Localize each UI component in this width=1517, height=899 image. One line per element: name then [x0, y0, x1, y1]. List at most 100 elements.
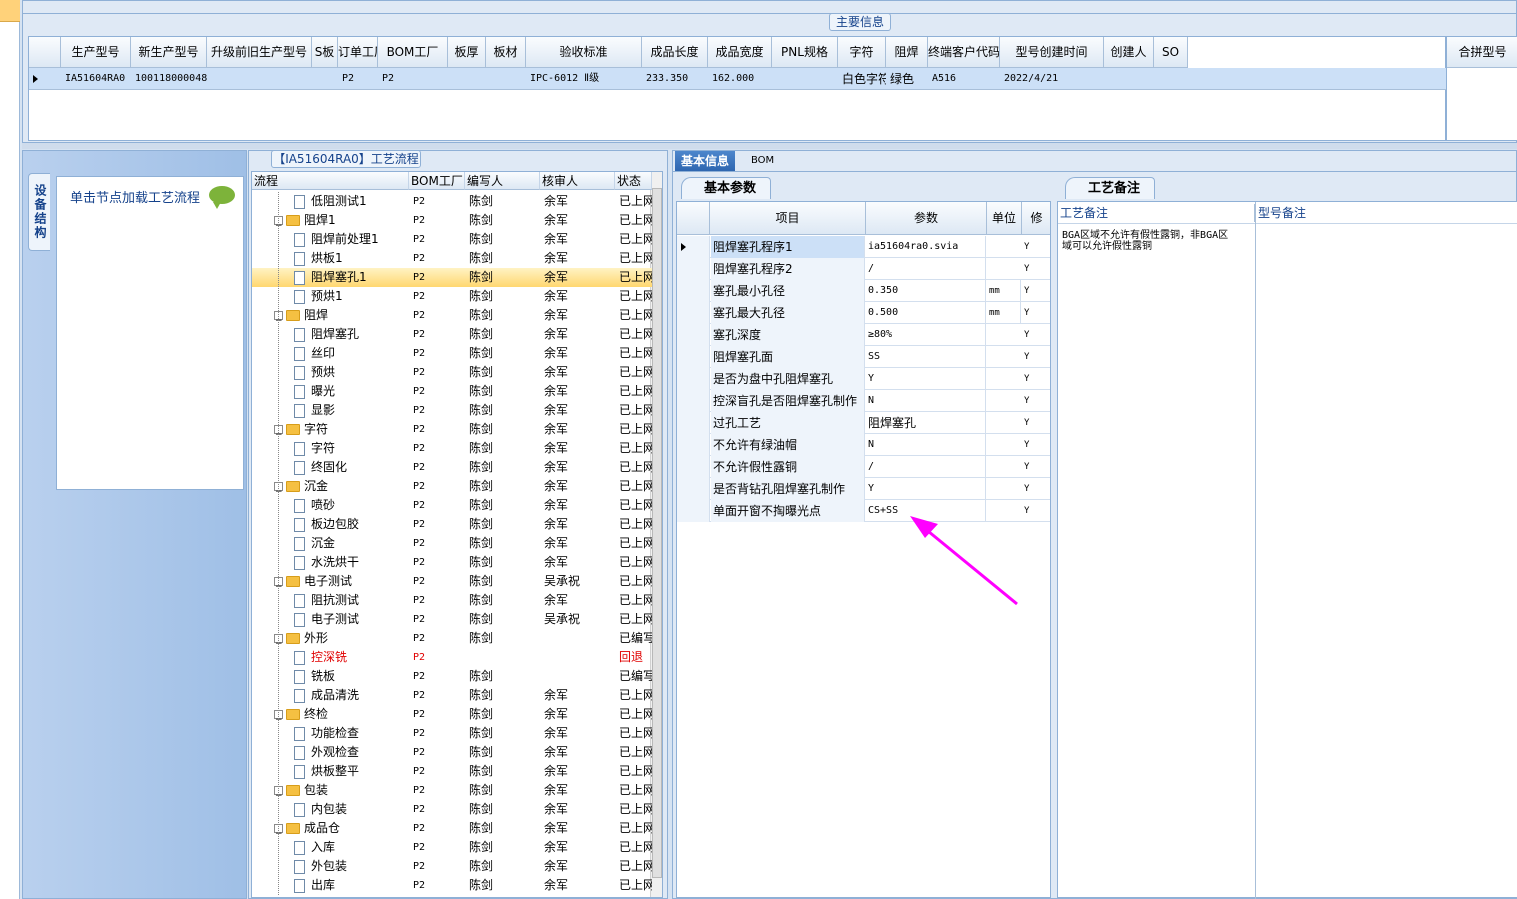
tree-row[interactable]: 曝光 P2 陈剑 余军 已上网	[252, 382, 652, 401]
tree-row[interactable]: 阻抗测试 P2 陈剑 余军 已上网	[252, 591, 652, 610]
process-notes-text[interactable]: BGA区域不允许有假性露铜，非BGA区域可以允许假性露铜	[1062, 230, 1238, 252]
horizontal-splitter[interactable]	[22, 143, 1517, 149]
tree-row[interactable]: 内包装 P2 陈剑 余军 已上网	[252, 800, 652, 819]
tree-node-label[interactable]: 阻焊塞孔	[294, 325, 359, 344]
table-cell[interactable]: 2022/4/21	[1000, 68, 1104, 90]
tree-node-label[interactable]: − 沉金	[274, 477, 328, 497]
param-modified[interactable]: Y	[1022, 478, 1050, 500]
param-value[interactable]: Y	[866, 478, 986, 500]
tree-node-label[interactable]: 入库	[294, 838, 335, 857]
tree-col-header-4[interactable]: 状态	[615, 172, 652, 190]
col-header-3[interactable]: S板	[312, 37, 338, 68]
tree-node-label[interactable]: 阻焊塞孔1	[294, 268, 367, 287]
param-value[interactable]: 0.350	[866, 280, 986, 302]
param-modified[interactable]: Y	[1022, 236, 1050, 258]
tree-col-header-1[interactable]: BOM工厂	[409, 172, 465, 190]
col-header-5[interactable]: BOM工厂	[378, 37, 448, 68]
tree-row[interactable]: 控深铣 P2 回退	[252, 648, 652, 667]
param-row[interactable]: 不允许有绿油帽 N Y	[677, 434, 1050, 456]
col-header-14[interactable]: 终端客户代码	[928, 37, 1000, 68]
param-row[interactable]: 塞孔最小孔径 0.350 mm Y	[677, 280, 1050, 302]
tree-node-label[interactable]: − 字符	[274, 420, 328, 440]
tree-col-header-0[interactable]: 流程	[252, 172, 409, 190]
tree-row[interactable]: 烘板整平 P2 陈剑 余军 已上网	[252, 762, 652, 781]
param-row[interactable]: 阻焊塞孔程序2/ Y	[677, 258, 1050, 280]
param-modified[interactable]: Y	[1022, 302, 1050, 324]
tree-row[interactable]: 沉金 P2 陈剑 余军 已上网	[252, 534, 652, 553]
param-value[interactable]: N	[866, 434, 986, 456]
tree-row[interactable]: 喷砂 P2 陈剑 余军 已上网	[252, 496, 652, 515]
col-header-1[interactable]: 新生产型号	[131, 37, 207, 68]
col-header-17[interactable]: SO	[1154, 37, 1188, 68]
tab-basic-params[interactable]: 基本参数	[681, 177, 772, 199]
tree-node-label[interactable]: 板边包胶	[294, 515, 359, 534]
tree-node-label[interactable]: 预烘	[294, 363, 335, 382]
tree-row[interactable]: − 电子测试 P2 陈剑 吴承祝 已上网	[252, 572, 652, 592]
col-header-16[interactable]: 创建人	[1104, 37, 1154, 68]
table-cell[interactable]	[1104, 68, 1154, 90]
tree-row[interactable]: 预烘 P2 陈剑 余军 已上网	[252, 363, 652, 382]
device-tree[interactable]: 单击节点加载工艺流程	[56, 176, 244, 490]
param-row[interactable]: 是否背钻孔阻焊塞孔制作 Y Y	[677, 478, 1050, 500]
tree-node-label[interactable]: 控深铣	[294, 648, 347, 667]
param-modified[interactable]: Y	[1022, 346, 1050, 368]
tree-node-label[interactable]: − 阻焊	[274, 306, 328, 326]
col-header-13[interactable]: 阻焊	[886, 37, 928, 68]
params-grid[interactable]: 项目 参数 单位修阻焊塞孔程序1 ia51604ra0.svia Y 阻焊塞孔程序2/Y 塞…	[676, 201, 1051, 898]
param-value[interactable]: 0.500	[866, 302, 986, 324]
param-value[interactable]: /	[866, 456, 986, 478]
param-modified[interactable]: Y	[1022, 456, 1050, 478]
tree-row[interactable]: 铣板 P2 陈剑 已编写	[252, 667, 652, 686]
tree-row[interactable]: 板边包胶 P2 陈剑 余军 已上网	[252, 515, 652, 534]
param-col-header-1[interactable]: 参数	[866, 202, 987, 235]
col-header-11[interactable]: PNL规格	[772, 37, 838, 68]
tree-node-label[interactable]: 铣板	[294, 667, 335, 686]
tree-node-label[interactable]: 烘板整平	[294, 762, 359, 781]
tree-row[interactable]: − 外形 P2 陈剑 已编写	[252, 629, 652, 649]
tree-node-label[interactable]: 沉金	[294, 534, 335, 553]
tree-node-label[interactable]: 外观检查	[294, 743, 359, 762]
tree-scroll-thumb[interactable]	[652, 188, 662, 878]
param-modified[interactable]: Y	[1022, 500, 1050, 522]
param-row[interactable]: 塞孔深度 ≥80% Y	[677, 324, 1050, 346]
table-cell[interactable]: 绿色	[886, 68, 928, 90]
tree-row[interactable]: 外观检查 P2 陈剑 余军 已上网	[252, 743, 652, 762]
tree-col-header-3[interactable]: 核审人	[540, 172, 615, 190]
tree-row[interactable]: 终固化 P2 陈剑 余军 已上网	[252, 458, 652, 477]
param-row[interactable]: 阻焊塞孔程序1 ia51604ra0.svia Y	[677, 236, 1050, 258]
tree-node-label[interactable]: 曝光	[294, 382, 335, 401]
param-row[interactable]: 塞孔最大孔径 0.500 mm Y	[677, 302, 1050, 324]
tree-node-label[interactable]: 烘板1	[294, 249, 343, 268]
tree-row[interactable]: 丝印 P2 陈剑 余军 已上网	[252, 344, 652, 363]
tree-node-label[interactable]: 出库	[294, 876, 335, 895]
tree-node-label[interactable]: 低阻测试1	[294, 192, 367, 211]
tree-row[interactable]: − 成品仓 P2 陈剑 余军 已上网	[252, 819, 652, 839]
param-value[interactable]: /	[866, 258, 986, 280]
param-modified[interactable]: Y	[1022, 390, 1050, 412]
param-value[interactable]: Y	[866, 368, 986, 390]
tree-row[interactable]: 电子测试 P2 陈剑 吴承祝 已上网	[252, 610, 652, 629]
device-structure-tab[interactable]: 设备结构	[28, 173, 50, 251]
tree-row[interactable]: 入库 P2 陈剑 余军 已上网	[252, 838, 652, 857]
tree-row[interactable]: 阻焊塞孔 P2 陈剑 余军 已上网	[252, 325, 652, 344]
tree-node-label[interactable]: 显影	[294, 401, 335, 420]
tree-node-label[interactable]: 阻焊前处理1	[294, 230, 379, 249]
param-value[interactable]: ≥80%	[866, 324, 986, 346]
tree-node-label[interactable]: − 成品仓	[274, 819, 340, 839]
table-cell[interactable]	[207, 68, 312, 90]
tree-row[interactable]: 烘板1 P2 陈剑 余军 已上网	[252, 249, 652, 268]
param-modified[interactable]: Y	[1022, 434, 1050, 456]
tree-node-label[interactable]: 功能检查	[294, 724, 359, 743]
param-row[interactable]: 过孔工艺 阻焊塞孔 Y	[677, 412, 1050, 434]
tree-row[interactable]: − 包装 P2 陈剑 余军 已上网	[252, 781, 652, 801]
tree-row[interactable]: 阻焊塞孔1 P2 陈剑 余军 已上网	[252, 268, 652, 287]
tree-row[interactable]: 低阻测试1 P2 陈剑 余军 已上网	[252, 192, 652, 211]
table-cell[interactable]: P2	[338, 68, 378, 90]
table-cell[interactable]	[448, 68, 486, 90]
tree-row[interactable]: − 阻焊1 P2 陈剑 余军 已上网	[252, 211, 652, 231]
tree-node-label[interactable]: 预烘1	[294, 287, 343, 306]
param-col-header-2[interactable]: 单位	[987, 202, 1022, 235]
param-col-header-0[interactable]: 项目	[710, 202, 866, 235]
tree-row[interactable]: 功能检查 P2 陈剑 余军 已上网	[252, 724, 652, 743]
table-cell[interactable]: 10011800004814	[131, 68, 207, 90]
